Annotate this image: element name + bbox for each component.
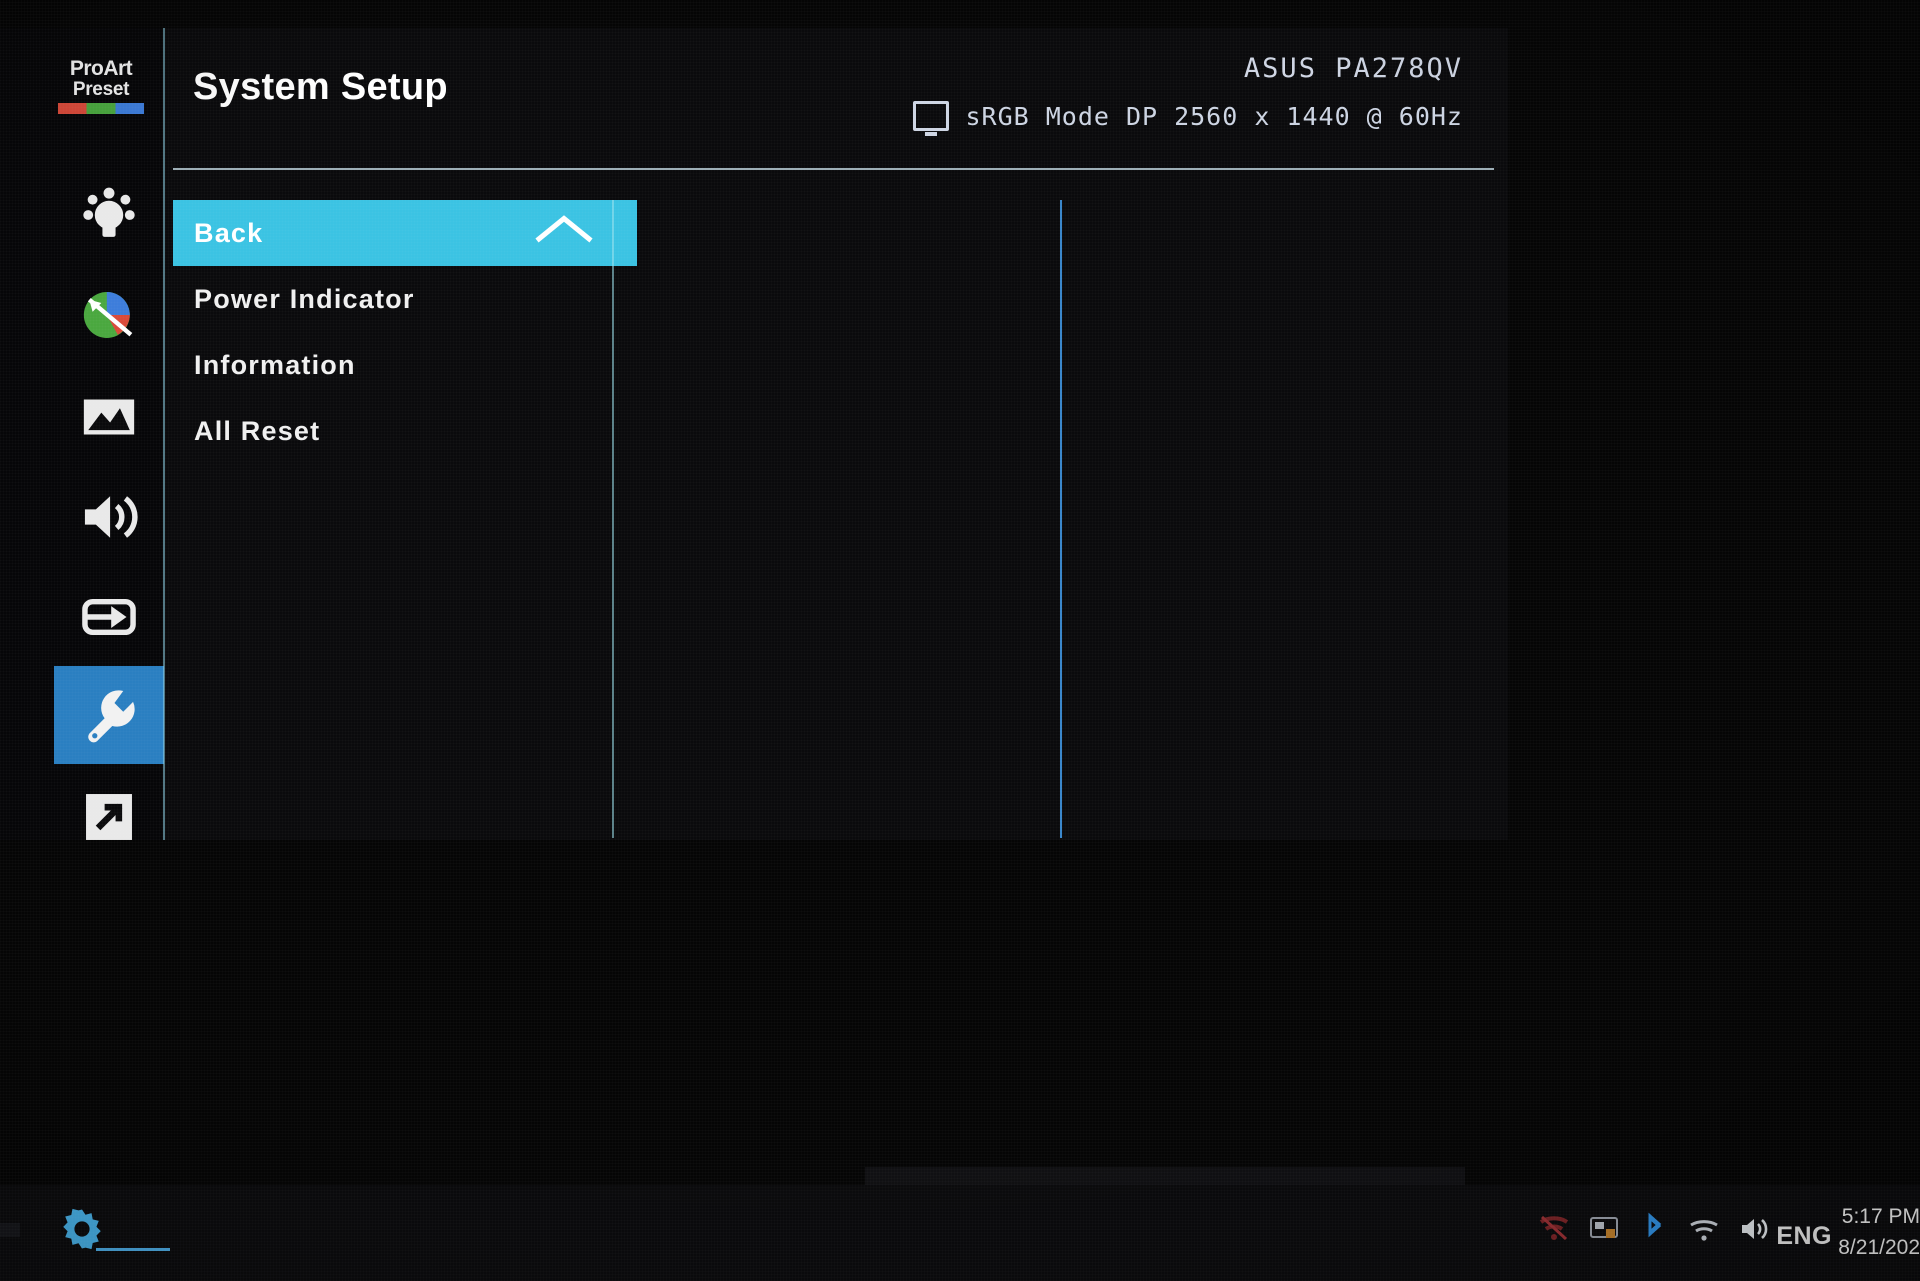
rail-item-proart-palette[interactable] [54,266,164,364]
taskbar-active-underline [96,1248,170,1251]
volume-icon[interactable] [1736,1211,1772,1247]
rail-item-shortcut[interactable] [54,768,164,866]
proart-preset-logo: ProArt Preset [52,58,150,114]
language-indicator[interactable]: ENG [1776,1222,1832,1251]
bluetooth-icon[interactable] [1636,1211,1672,1247]
taskbar-clock[interactable]: 5:17 PM 8/21/202 [1834,1202,1920,1263]
menu-item-power-indicator[interactable]: Power Indicator [173,266,616,332]
menu-item-label: Power Indicator [194,283,415,314]
taskbar-edge-marker [0,1223,20,1237]
shortcut-arrow-icon [74,782,144,852]
rail-item-system-setup[interactable] [54,666,164,764]
content-column-divider [1060,200,1062,838]
system-tray [1536,1199,1772,1259]
volume-speaker-icon [74,482,144,552]
header-rule [173,168,1494,170]
input-select-icon [74,582,144,652]
image-icon [74,382,144,452]
menu-item-label: Back [194,217,264,248]
monitor-screen-photo: ProArt Preset System Setup ASUS PA278QV … [0,0,1920,1281]
logo-line2: Preset [72,79,130,100]
wrench-icon [74,680,144,750]
system-setup-menu: Back Power Indicator Information All Res… [173,200,637,464]
wifi-icon[interactable] [1686,1211,1722,1247]
windows-taskbar: ENG 5:17 PM 8/21/202 [0,1185,1920,1281]
rail-divider [163,28,165,840]
display-settings-icon[interactable] [1586,1211,1622,1247]
osd-window: ProArt Preset System Setup ASUS PA278QV … [0,28,1508,840]
osd-header: System Setup ASUS PA278QV sRGB Mode DP 2… [165,28,1508,146]
color-palette-icon [74,280,144,350]
input-source-label: DP [1125,101,1159,131]
menu-item-back[interactable]: Back [173,200,637,266]
monitor-model-label: ASUS PA278QV [1243,53,1463,84]
rgb-color-bar [58,103,144,114]
rail-item-input-select[interactable] [54,568,164,666]
network-disconnected-icon[interactable] [1536,1211,1572,1247]
display-mode-label: sRGB Mode [965,101,1110,131]
clock-time: 5:17 PM [1841,1205,1920,1229]
menu-item-label: All Reset [194,415,321,446]
menu-item-all-reset[interactable]: All Reset [173,398,616,464]
menu-column-divider [612,200,614,838]
splendid-brightness-icon [74,180,144,250]
settings-taskbar-button[interactable] [52,1201,170,1261]
monitor-icon [913,101,950,136]
rail-item-splendid[interactable] [54,166,164,264]
chevron-up-icon [533,213,595,254]
resolution-label: 2560 x 1440 @ 60Hz [1174,101,1463,131]
page-title: System Setup [193,66,448,108]
rail-item-sound[interactable] [54,468,164,566]
logo-line1: ProArt [69,57,133,80]
osd-status-line: sRGB Mode DP 2560 x 1440 @ 60Hz [913,101,1463,136]
menu-item-information[interactable]: Information [173,332,616,398]
osd-icon-rail: ProArt Preset [0,28,164,840]
rail-item-image[interactable] [54,368,164,466]
menu-item-label: Information [194,349,356,380]
clock-date: 8/21/202 [1838,1235,1920,1259]
